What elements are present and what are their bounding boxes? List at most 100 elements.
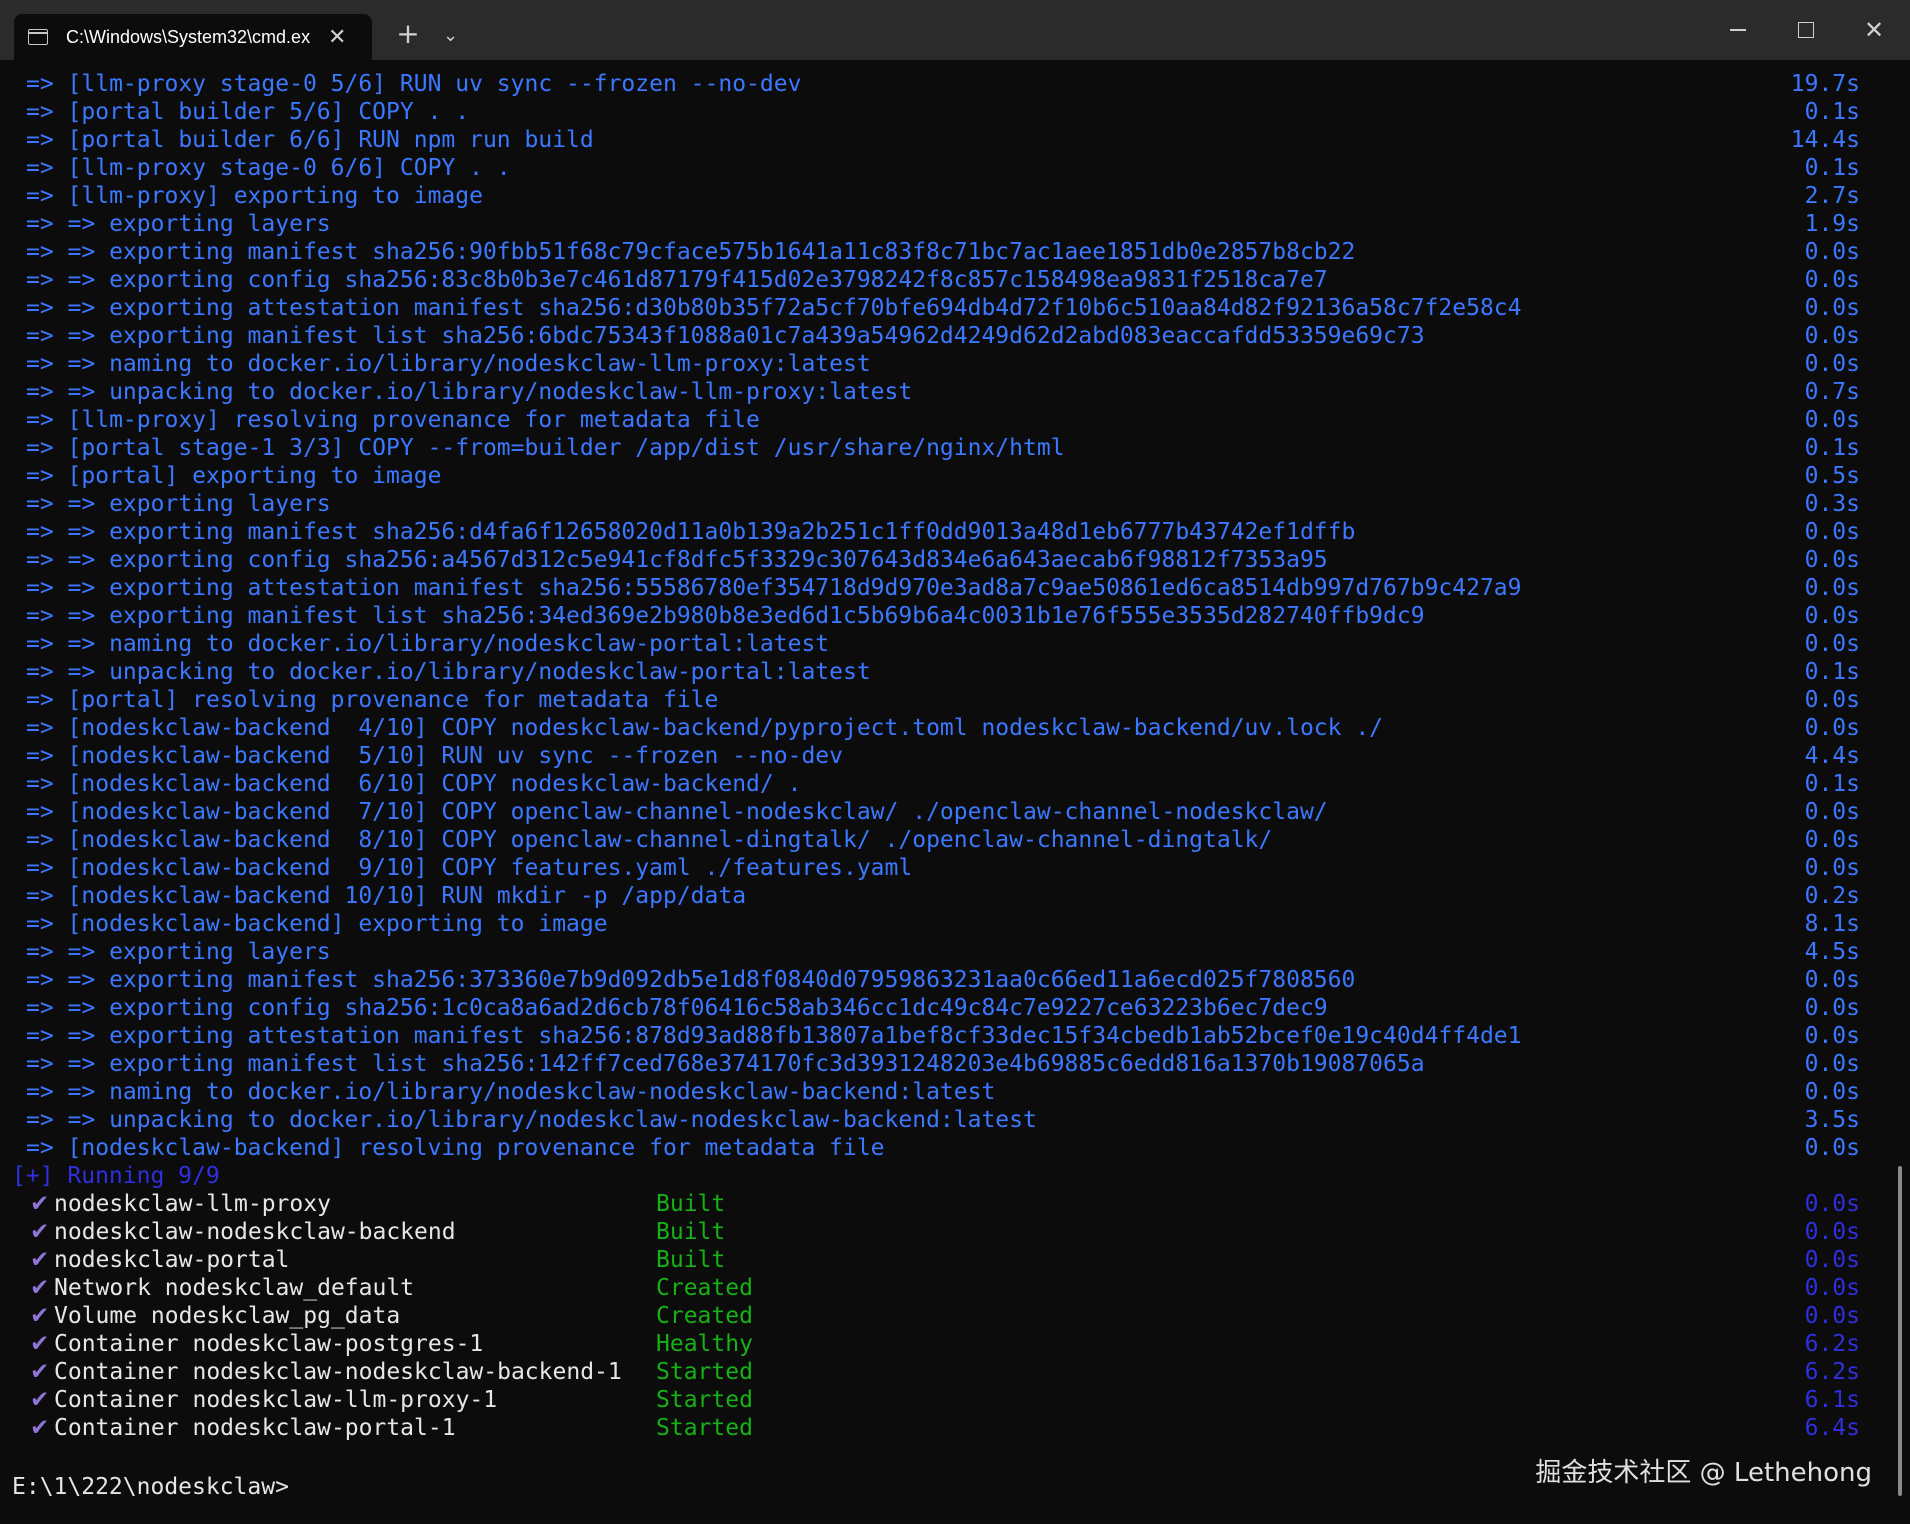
build-line-text: => [nodeskclaw-backend] exporting to ima…	[26, 911, 608, 937]
service-time: 0.0s	[1804, 1219, 1860, 1245]
build-line-time: 0.0s	[1804, 519, 1860, 545]
build-line-time: 0.0s	[1804, 407, 1860, 433]
build-line: => [portal builder 6/6] RUN npm run buil…	[0, 126, 1910, 154]
build-line: => => naming to docker.io/library/nodesk…	[0, 1078, 1910, 1106]
tab-title: C:\Windows\System32\cmd.ex	[66, 26, 311, 47]
service-time: 0.0s	[1804, 1191, 1860, 1217]
build-line: => => naming to docker.io/library/nodesk…	[0, 350, 1910, 378]
service-time: 6.4s	[1804, 1415, 1860, 1441]
service-row: ✔ nodeskclaw-nodeskclaw-backend Built 0.0s	[0, 1218, 1910, 1246]
minimize-button[interactable]	[1704, 0, 1772, 60]
build-line-time: 4.4s	[1804, 743, 1860, 769]
build-line: => => exporting layers 0.3s	[0, 490, 1910, 518]
tab-close-icon[interactable]: ✕	[328, 25, 346, 50]
scrollbar[interactable]	[1898, 1166, 1902, 1496]
build-line-text: => [nodeskclaw-backend 9/10] COPY featur…	[26, 855, 913, 881]
service-name: nodeskclaw-portal	[54, 1247, 290, 1273]
build-line: => [portal builder 5/6] COPY . . 0.1s	[0, 98, 1910, 126]
build-line-time: 0.7s	[1804, 379, 1860, 405]
build-line-time: 0.0s	[1804, 631, 1860, 657]
prompt-text: E:\1\222\nodeskclaw>	[12, 1474, 289, 1500]
build-line-time: 0.0s	[1804, 995, 1860, 1021]
service-name: Volume nodeskclaw_pg_data	[54, 1303, 401, 1329]
command-prompt[interactable]: E:\1\222\nodeskclaw>	[12, 1472, 302, 1500]
build-line-time: 0.0s	[1804, 323, 1860, 349]
build-line-text: => => exporting manifest list sha256:6bd…	[26, 323, 1425, 349]
build-line-time: 0.1s	[1804, 99, 1860, 125]
build-line: => [llm-proxy stage-0 6/6] COPY . . 0.1s	[0, 154, 1910, 182]
build-line-time: 14.4s	[1790, 127, 1860, 153]
build-line-time: 0.0s	[1804, 967, 1860, 993]
build-line: => [nodeskclaw-backend 4/10] COPY nodesk…	[0, 714, 1910, 742]
maximize-icon	[1798, 22, 1814, 38]
build-line-time: 0.0s	[1804, 603, 1860, 629]
build-line-time: 0.0s	[1804, 715, 1860, 741]
close-window-button[interactable]: ✕	[1840, 0, 1908, 60]
build-line-text: => => exporting attestation manifest sha…	[26, 1023, 1522, 1049]
running-status-line: [+] Running 9/9	[0, 1162, 1910, 1190]
build-line-time: 2.7s	[1804, 183, 1860, 209]
build-line: => [portal] exporting to image 0.5s	[0, 462, 1910, 490]
service-time: 6.2s	[1804, 1331, 1860, 1357]
service-row: ✔ Container nodeskclaw-portal-1 Started 6.4…	[0, 1414, 1910, 1442]
checkmark-icon: ✔	[30, 1219, 50, 1245]
build-line-text: => => exporting layers	[26, 211, 331, 237]
build-line-text: => [nodeskclaw-backend 8/10] COPY opencl…	[26, 827, 1273, 853]
service-status: Healthy	[656, 1331, 753, 1357]
service-row: ✔ Container nodeskclaw-postgres-1 Healthy 6…	[0, 1330, 1910, 1358]
service-row: ✔ Volume nodeskclaw_pg_data Created 0.0s	[0, 1302, 1910, 1330]
build-line: => => unpacking to docker.io/library/nod…	[0, 658, 1910, 686]
build-line: => [llm-proxy] resolving provenance for …	[0, 406, 1910, 434]
service-name: nodeskclaw-nodeskclaw-backend	[54, 1219, 456, 1245]
build-line: => [nodeskclaw-backend] exporting to ima…	[0, 910, 1910, 938]
maximize-button[interactable]	[1772, 0, 1840, 60]
terminal-output[interactable]: => [llm-proxy stage-0 5/6] RUN uv sync -…	[0, 70, 1910, 1442]
cmd-icon	[28, 29, 48, 45]
build-line-text: => => exporting config sha256:1c0ca8a6ad…	[26, 995, 1328, 1021]
build-line: => => exporting manifest list sha256:142…	[0, 1050, 1910, 1078]
service-row: ✔ Network nodeskclaw_default Created 0.0s	[0, 1274, 1910, 1302]
new-tab-button[interactable]: +	[396, 16, 420, 52]
build-line-time: 0.0s	[1804, 687, 1860, 713]
build-line-time: 1.9s	[1804, 211, 1860, 237]
terminal-tab[interactable]: C:\Windows\System32\cmd.ex ✕	[14, 14, 372, 60]
build-line-text: => => naming to docker.io/library/nodesk…	[26, 1079, 996, 1105]
chevron-down-icon[interactable]: ⌄	[443, 20, 458, 52]
service-time: 0.0s	[1804, 1275, 1860, 1301]
build-line: => => exporting layers 4.5s	[0, 938, 1910, 966]
service-name: Container nodeskclaw-nodeskclaw-backend-…	[54, 1359, 622, 1385]
build-line: => [nodeskclaw-backend 9/10] COPY featur…	[0, 854, 1910, 882]
build-line: => => exporting manifest sha256:373360e7…	[0, 966, 1910, 994]
build-line: => => exporting manifest list sha256:34e…	[0, 602, 1910, 630]
running-status-text: [+] Running 9/9	[12, 1163, 220, 1189]
build-line-text: => => unpacking to docker.io/library/nod…	[26, 379, 913, 405]
build-line-text: => [llm-proxy stage-0 6/6] COPY . .	[26, 155, 511, 181]
build-line-text: => => exporting attestation manifest sha…	[26, 575, 1522, 601]
service-name: Container nodeskclaw-llm-proxy-1	[54, 1387, 498, 1413]
build-line: => => exporting layers 1.9s	[0, 210, 1910, 238]
build-line-time: 0.0s	[1804, 351, 1860, 377]
service-row: ✔ nodeskclaw-llm-proxy Built 0.0s	[0, 1190, 1910, 1218]
build-line: => => exporting manifest list sha256:6bd…	[0, 322, 1910, 350]
build-line-text: => => exporting attestation manifest sha…	[26, 295, 1522, 321]
build-line-time: 0.0s	[1804, 799, 1860, 825]
build-line-time: 0.0s	[1804, 1051, 1860, 1077]
build-line: => [nodeskclaw-backend 7/10] COPY opencl…	[0, 798, 1910, 826]
build-line-text: => [llm-proxy] resolving provenance for …	[26, 407, 760, 433]
service-time: 0.0s	[1804, 1247, 1860, 1273]
build-line-text: => => exporting layers	[26, 491, 331, 517]
build-line: => => exporting config sha256:1c0ca8a6ad…	[0, 994, 1910, 1022]
service-status: Started	[656, 1415, 753, 1441]
build-line-text: => [nodeskclaw-backend 10/10] RUN mkdir …	[26, 883, 747, 909]
build-line-text: => => unpacking to docker.io/library/nod…	[26, 1107, 1037, 1133]
build-line: => => exporting manifest sha256:d4fa6f12…	[0, 518, 1910, 546]
build-line: => => naming to docker.io/library/nodesk…	[0, 630, 1910, 658]
checkmark-icon: ✔	[30, 1331, 50, 1357]
build-line: => => unpacking to docker.io/library/nod…	[0, 378, 1910, 406]
checkmark-icon: ✔	[30, 1387, 50, 1413]
build-line-time: 4.5s	[1804, 939, 1860, 965]
build-line: => => exporting manifest sha256:90fbb51f…	[0, 238, 1910, 266]
build-line: => [llm-proxy] exporting to image 2.7s	[0, 182, 1910, 210]
checkmark-icon: ✔	[30, 1275, 50, 1301]
build-line-time: 0.0s	[1804, 855, 1860, 881]
